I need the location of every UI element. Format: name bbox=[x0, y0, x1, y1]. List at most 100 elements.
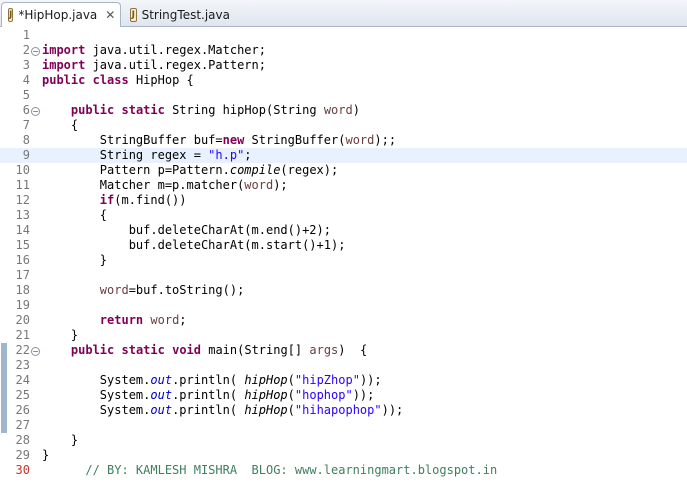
code-line[interactable]: 21 } bbox=[0, 328, 687, 343]
code-line[interactable]: 14 buf.deleteCharAt(m.end()+2); bbox=[0, 223, 687, 238]
line-number: 6 bbox=[22, 103, 30, 117]
code-token: ) bbox=[352, 103, 360, 117]
code-token: "hihapophop" bbox=[294, 403, 382, 417]
code-line[interactable]: 19 bbox=[0, 298, 687, 313]
code-token: Matcher m=p.matcher( bbox=[42, 178, 245, 192]
code-text: { bbox=[42, 118, 78, 133]
code-line[interactable]: 25 System.out.println( hipHop("hophop"))… bbox=[0, 388, 687, 403]
code-line[interactable]: 24 System.out.println( hipHop("hipZhop")… bbox=[0, 373, 687, 388]
line-number: 29 bbox=[15, 448, 30, 462]
code-token: ( bbox=[287, 403, 295, 417]
code-line[interactable]: 30 // BY: KAMLESH MISHRA BLOG: www.learn… bbox=[0, 463, 687, 478]
code-token: buf.deleteCharAt(m.end()+2); bbox=[42, 223, 331, 237]
code-line[interactable]: 13 { bbox=[0, 208, 687, 223]
code-line[interactable]: 20 return word; bbox=[0, 313, 687, 328]
code-line[interactable]: 29} bbox=[0, 448, 687, 463]
line-number: 21 bbox=[15, 328, 30, 342]
line-number: 30 bbox=[15, 463, 30, 477]
code-line[interactable]: 5 bbox=[0, 88, 687, 103]
code-line[interactable]: 7 { bbox=[0, 118, 687, 133]
line-number: 19 bbox=[15, 298, 30, 312]
code-text: buf.deleteCharAt(m.start()+1); bbox=[42, 238, 346, 253]
code-token: } bbox=[42, 328, 79, 342]
code-token: Pattern p=Pattern. bbox=[42, 163, 230, 177]
code-token: System. bbox=[42, 388, 151, 402]
code-line[interactable]: 1 bbox=[0, 28, 687, 43]
code-token: public bbox=[42, 73, 86, 87]
code-text: import java.util.regex.Pattern; bbox=[42, 58, 266, 73]
tab-stringtest-java[interactable]: J StringTest.java bbox=[124, 2, 236, 27]
code-token: word bbox=[244, 178, 274, 192]
line-number: 28 bbox=[15, 433, 30, 447]
code-text: import java.util.regex.Matcher; bbox=[42, 43, 266, 58]
fold-collapse-icon[interactable]: − bbox=[31, 47, 40, 56]
code-line[interactable]: 8 StringBuffer buf=new StringBuffer(word… bbox=[0, 133, 687, 148]
code-text: } bbox=[42, 253, 107, 268]
code-text: StringBuffer buf=new StringBuffer(word);… bbox=[42, 133, 396, 148]
code-token: ; bbox=[244, 148, 252, 162]
fold-collapse-icon[interactable]: − bbox=[31, 347, 40, 356]
line-number: 8 bbox=[22, 133, 30, 147]
code-token: word bbox=[150, 313, 180, 327]
code-line[interactable]: 9 String regex = "h.p"; bbox=[0, 148, 687, 163]
code-line[interactable]: 2− import java.util.regex.Matcher; bbox=[0, 43, 687, 58]
line-number: 2 bbox=[22, 43, 30, 57]
code-text: } bbox=[42, 448, 49, 463]
line-number: 23 bbox=[15, 358, 30, 372]
code-token: hipHop bbox=[244, 403, 288, 417]
change-marker bbox=[1, 343, 7, 358]
code-line[interactable]: 12 if(m.find()) bbox=[0, 193, 687, 208]
code-line[interactable]: 11 Matcher m=p.matcher(word); bbox=[0, 178, 687, 193]
code-token: .println( bbox=[172, 388, 245, 402]
code-line[interactable]: 6− public static String hipHop(String wo… bbox=[0, 103, 687, 118]
code-line[interactable]: 27 bbox=[0, 418, 687, 433]
fold-collapse-icon[interactable]: − bbox=[31, 107, 40, 116]
line-number: 17 bbox=[15, 268, 30, 282]
code-line[interactable]: 16 } bbox=[0, 253, 687, 268]
code-line[interactable]: 3 import java.util.regex.Pattern; bbox=[0, 58, 687, 73]
code-editor[interactable]: 1 2− import java.util.regex.Matcher; 3 impor… bbox=[0, 27, 687, 495]
code-token: .println( bbox=[172, 373, 245, 387]
code-line[interactable]: 18 word=buf.toString(); bbox=[0, 283, 687, 298]
code-line[interactable]: 15 buf.deleteCharAt(m.start()+1); bbox=[0, 238, 687, 253]
change-marker bbox=[1, 418, 7, 433]
line-number: 27 bbox=[15, 418, 30, 432]
tab-hiphop-java[interactable]: J *HipHop.java ✕ bbox=[1, 2, 121, 27]
code-text: System.out.println( hipHop("hihapophop")… bbox=[42, 403, 404, 418]
code-token: ( bbox=[287, 388, 295, 402]
code-line[interactable]: 22− public static void main(String[] arg… bbox=[0, 343, 687, 358]
code-token: args bbox=[309, 343, 339, 357]
code-text: } bbox=[42, 328, 78, 343]
code-token: ) { bbox=[338, 343, 368, 357]
code-text: String regex = "h.p"; bbox=[42, 148, 252, 163]
code-token: "h.p" bbox=[208, 148, 245, 162]
code-line[interactable]: 28 } bbox=[0, 433, 687, 448]
code-token: =buf.toString(); bbox=[128, 283, 245, 297]
code-text: System.out.println( hipHop("hipZhop")); bbox=[42, 373, 382, 388]
code-line[interactable]: 23 bbox=[0, 358, 687, 373]
code-token: static bbox=[121, 343, 165, 357]
code-token: StringBuffer buf= bbox=[42, 133, 223, 147]
code-token: if bbox=[99, 193, 115, 207]
code-text: public class HipHop { bbox=[42, 73, 194, 88]
code-line[interactable]: 10 Pattern p=Pattern.compile(regex); bbox=[0, 163, 687, 178]
line-number: 18 bbox=[15, 283, 30, 297]
line-number: 9 bbox=[22, 148, 30, 162]
close-icon[interactable]: ✕ bbox=[105, 8, 115, 22]
code-token: public bbox=[70, 103, 115, 117]
code-text: Pattern p=Pattern.compile(regex); bbox=[42, 163, 338, 178]
code-token: String regex = bbox=[42, 148, 209, 162]
code-line[interactable]: 4 public class HipHop { bbox=[0, 73, 687, 88]
change-marker bbox=[1, 388, 7, 403]
line-number: 14 bbox=[15, 223, 30, 237]
code-line[interactable]: 26 System.out.println( hipHop("hihapopho… bbox=[0, 403, 687, 418]
code-text: public static String hipHop(String word) bbox=[42, 103, 360, 118]
code-line[interactable]: 17 bbox=[0, 268, 687, 283]
code-token: java.util.regex.Matcher; bbox=[85, 43, 266, 57]
tab-label: StringTest.java bbox=[141, 7, 230, 22]
code-token: buf.deleteCharAt(m.start()+1); bbox=[42, 238, 346, 252]
